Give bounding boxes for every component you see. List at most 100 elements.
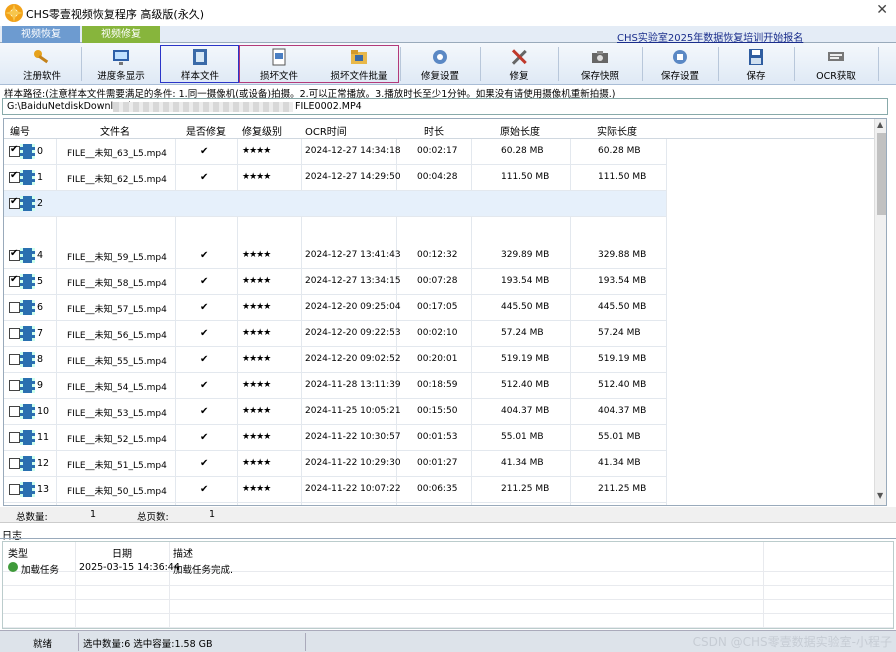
row-index: 8 (37, 354, 44, 365)
row-actual-size: 404.37 MB (598, 406, 647, 416)
video-file-icon (20, 248, 35, 263)
scroll-thumb[interactable] (877, 133, 886, 215)
save-snapshot-label: 保存快照 (580, 71, 619, 82)
scroll-up-icon[interactable]: ▲ (877, 120, 883, 129)
table-row[interactable]: 11 FILE__未知_52_L5.mp4 ✔ ★★★★ 2024-11-22 10:3… (4, 425, 666, 451)
table-scrollbar[interactable]: ▲ ▼ (874, 119, 886, 505)
table-row[interactable]: 0 FILE__未知_63_L5.mp4 ✔ ★★★★ 2024-12-27 14:34… (4, 139, 666, 165)
row-filename: FILE__未知_51_L5.mp4 (67, 461, 167, 471)
table-row[interactable]: 5 FILE__未知_58_L5.mp4 ✔ ★★★★ 2024-12-27 13:34… (4, 269, 666, 295)
row-checkbox[interactable] (9, 380, 20, 391)
col-duration[interactable]: 时长 (424, 123, 444, 138)
row-index: 5 (37, 276, 44, 287)
row-checkbox[interactable] (9, 144, 20, 157)
video-file-icon (20, 404, 35, 419)
row-repaired-check: ✔ (200, 380, 209, 391)
save-button[interactable]: 保存 (719, 43, 793, 85)
row-checkbox[interactable] (9, 248, 20, 261)
col-index[interactable]: 编号 (10, 123, 30, 138)
table-row[interactable]: 12 FILE__未知_51_L5.mp4 ✔ ★★★★ 2024-11-22 10:2… (4, 451, 666, 477)
sample-path-field[interactable]: G:\BaiduNetdiskDownload\ FILE0002.MP4 (2, 98, 888, 115)
row-repair-level: ★★★★ (242, 250, 271, 260)
video-file-icon (20, 170, 35, 185)
table-row[interactable]: 9 FILE__未知_54_L5.mp4 ✔ ★★★★ 2024-11-28 13:11… (4, 373, 666, 399)
row-actual-size: 519.19 MB (598, 354, 647, 364)
row-ocr-time: 2024-11-25 10:05:21 (305, 406, 401, 416)
col-ocr-time[interactable]: OCR时间 (305, 123, 347, 138)
sample-file-highlight (160, 45, 239, 83)
video-file-icon (20, 378, 35, 393)
row-original-size: 111.50 MB (501, 172, 550, 182)
row-original-size: 41.34 MB (501, 458, 544, 468)
col-repair-level[interactable]: 修复级别 (242, 123, 282, 138)
col-filename[interactable]: 文件名 (100, 123, 130, 138)
row-filename: FILE__未知_54_L5.mp4 (67, 383, 167, 393)
row-repaired-check: ✔ (200, 354, 209, 365)
table-row[interactable]: 2 (4, 191, 666, 217)
save-snapshot-button[interactable]: 保存快照 (559, 43, 641, 85)
row-original-size: 55.01 MB (501, 432, 544, 442)
row-ocr-time: 2024-12-27 13:34:15 (305, 276, 401, 286)
row-checkbox[interactable] (9, 432, 20, 443)
totals-bar: 总数量: 1 总页数: 1 (0, 507, 896, 523)
row-checkbox[interactable] (9, 274, 20, 287)
row-checkbox[interactable] (9, 458, 20, 469)
row-filename: FILE__未知_62_L5.mp4 (67, 175, 167, 185)
training-ad-link[interactable]: CHS实验室2025年数据恢复培训开始报名 (617, 29, 803, 44)
row-filename: FILE__未知_53_L5.mp4 (67, 409, 167, 419)
col-original-size[interactable]: 原始长度 (500, 123, 540, 138)
table-row[interactable]: 1 FILE__未知_62_L5.mp4 ✔ ★★★★ 2024-12-27 14:29… (4, 165, 666, 191)
row-checkbox[interactable] (9, 196, 20, 209)
table-row[interactable]: 8 FILE__未知_55_L5.mp4 ✔ ★★★★ 2024-12-20 09:02… (4, 347, 666, 373)
repair-label: 修复 (509, 71, 529, 82)
row-repaired-check: ✔ (200, 276, 209, 287)
tab-bar: 视频恢复 视频修复 CHS实验室2025年数据恢复培训开始报名 (0, 26, 896, 44)
row-original-size: 329.89 MB (501, 250, 550, 260)
row-duration: 00:04:28 (417, 172, 458, 182)
table-row[interactable]: 7 FILE__未知_56_L5.mp4 ✔ ★★★★ 2024-12-20 09:22… (4, 321, 666, 347)
save-settings-button[interactable]: 保存设置 (643, 43, 717, 85)
col-actual-size[interactable]: 实际长度 (597, 123, 637, 138)
progress-display-button[interactable]: 进度条显示 (82, 43, 160, 85)
row-repair-level: ★★★★ (242, 484, 271, 494)
row-filename: FILE__未知_59_L5.mp4 (67, 253, 167, 263)
row-repaired-check: ✔ (200, 484, 209, 495)
row-checkbox[interactable] (9, 406, 20, 417)
save-settings-label: 保存设置 (660, 71, 699, 82)
row-ocr-time: 2024-12-27 13:41:43 (305, 250, 401, 260)
row-repaired-check: ✔ (200, 250, 209, 261)
row-actual-size: 57.24 MB (598, 328, 641, 338)
row-repair-level: ★★★★ (242, 172, 271, 182)
row-index: 11 (37, 432, 50, 443)
row-checkbox[interactable] (9, 328, 20, 339)
close-icon[interactable]: ✕ (876, 2, 888, 18)
total-count-label: 总数量: (16, 512, 48, 523)
table-row[interactable]: 6 FILE__未知_57_L5.mp4 ✔ ★★★★ 2024-12-20 09:25… (4, 295, 666, 321)
row-filename: FILE__未知_50_L5.mp4 (67, 487, 167, 497)
tab-video-recovery[interactable]: 视频恢复 (2, 26, 80, 43)
row-checkbox[interactable] (9, 170, 20, 183)
row-duration: 00:15:50 (417, 406, 458, 416)
total-pages-value: 1 (209, 509, 216, 520)
total-count-value: 1 (90, 509, 97, 520)
repair-button[interactable]: 修复 (481, 43, 557, 85)
table-row[interactable]: 10 FILE__未知_53_L5.mp4 ✔ ★★★★ 2024-11-25 10:0… (4, 399, 666, 425)
table-header: 编号 文件名 是否修复 修复级别 OCR时间 时长 原始长度 实际长度 (4, 119, 874, 139)
row-duration: 00:18:59 (417, 380, 458, 390)
ocr-fetch-button[interactable]: OCR获取 (795, 43, 877, 85)
settings-icon (433, 50, 447, 64)
repair-settings-button[interactable]: 修复设置 (401, 43, 479, 85)
table-row[interactable]: 13 FILE__未知_50_L5.mp4 ✔ ★★★★ 2024-11-22 10:0… (4, 477, 666, 503)
row-actual-size: 41.34 MB (598, 458, 641, 468)
row-ocr-time: 2024-12-20 09:22:53 (305, 328, 401, 338)
col-repaired[interactable]: 是否修复 (186, 123, 226, 138)
tab-video-repair[interactable]: 视频修复 (82, 26, 160, 43)
row-checkbox[interactable] (9, 302, 20, 313)
table-row[interactable]: 4 FILE__未知_59_L5.mp4 ✔ ★★★★ 2024-12-27 13:41… (4, 243, 666, 269)
row-checkbox[interactable] (9, 354, 20, 365)
scroll-down-icon[interactable]: ▼ (877, 491, 883, 500)
row-checkbox[interactable] (9, 484, 20, 495)
path-redacted (113, 102, 293, 112)
register-button[interactable]: 注册软件 (4, 43, 80, 85)
row-index: 9 (37, 380, 44, 391)
